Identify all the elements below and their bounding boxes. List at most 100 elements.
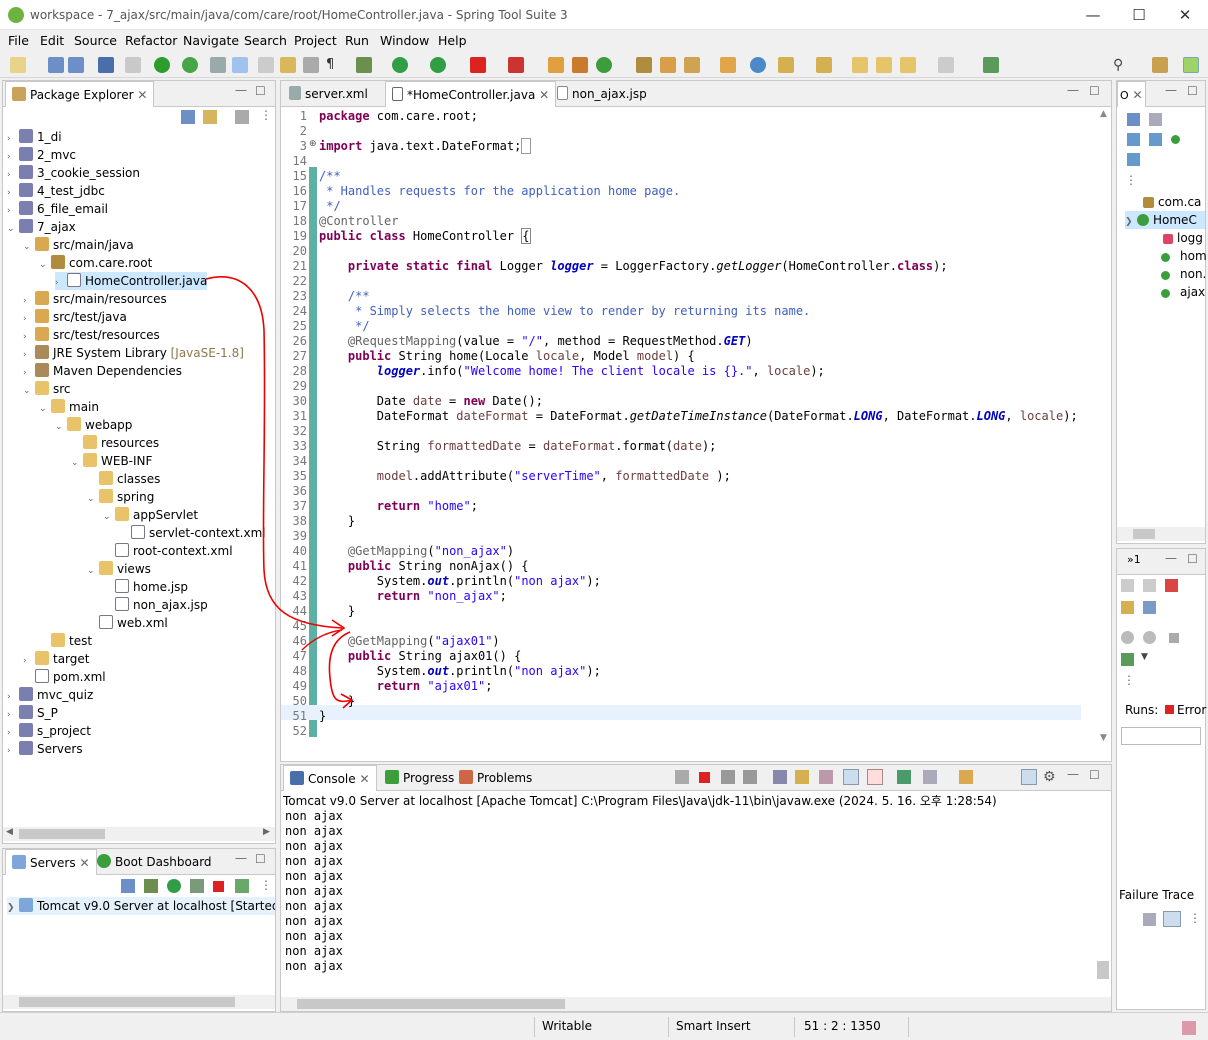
remove-all-icon[interactable] [743,770,757,784]
tree-item[interactable]: non_ajax.jsp [103,596,208,614]
minimize-view-icon[interactable]: — [235,83,247,97]
tree-item[interactable]: ⌄ WEB-INF [71,452,152,470]
close-icon[interactable]: ✕ [539,88,549,102]
tree-item[interactable]: home.jsp [103,578,188,596]
view-menu-icon[interactable]: ⋮ [1189,911,1201,925]
open-folder-icon[interactable] [720,57,736,73]
minimize-view-icon[interactable]: — [1067,83,1079,97]
tree-item[interactable]: ⌄ 7_ajax [7,218,76,236]
menu-search[interactable]: Search [244,33,287,48]
hide-fields-icon[interactable] [1127,133,1140,146]
view-menu-icon[interactable]: ⋮ [1123,673,1135,687]
collapse-arrow-icon[interactable]: ⌄ [23,382,35,400]
expand-icon[interactable]: ❯ [7,899,19,915]
debug-icon[interactable] [356,57,372,73]
menu-project[interactable]: Project [294,33,337,48]
tree-item[interactable]: root-context.xml [103,542,233,560]
tree-item[interactable]: › 3_cookie_session [7,164,140,182]
stop-server-icon[interactable] [213,881,224,892]
outline-package[interactable]: com.ca [1143,193,1201,211]
collapse-arrow-icon[interactable]: ⌄ [71,454,83,472]
compare-icon[interactable] [1143,913,1156,926]
new-icon[interactable] [10,57,26,73]
console-icon[interactable] [98,57,114,73]
maximize-view-icon[interactable]: ☐ [1187,552,1198,566]
collapse-arrow-icon[interactable]: ⌄ [87,562,99,580]
view-menu-icon[interactable]: ⋮ [260,878,272,892]
toggle-icon[interactable] [303,57,319,73]
scroll-thumb[interactable] [19,829,105,839]
menu-run[interactable]: Run [345,33,369,48]
outline-method[interactable]: ajax [1161,283,1205,301]
tab-server-xml[interactable]: server.xml [283,81,374,107]
menu-edit[interactable]: Edit [40,33,64,48]
collapse-icon[interactable] [121,879,135,893]
link-editor-icon[interactable] [203,110,217,124]
terminate-all-icon[interactable] [675,770,689,784]
outline-method[interactable]: non. [1161,265,1206,283]
close-button[interactable]: ✕ [1162,0,1208,30]
tree-item[interactable]: › S_P [7,704,58,722]
scroll-thumb[interactable] [297,999,565,1009]
collapse-arrow-icon[interactable]: ⌄ [23,238,35,256]
junit-tab-icon[interactable]: »1 [1127,553,1141,566]
view-menu-icon[interactable]: ⋮ [1125,173,1137,187]
new-package-icon[interactable] [572,57,588,73]
collapse-arrow-icon[interactable]: ⌄ [39,400,51,418]
back-icon[interactable] [900,57,916,73]
horizontal-scrollbar[interactable]: ◀ ▶ [3,827,275,841]
tree-item[interactable]: resources [71,434,159,452]
pilcrow-icon[interactable]: ¶ [326,57,342,73]
maximize-view-icon[interactable]: ☐ [255,84,266,98]
maximize-view-icon[interactable]: ☐ [1187,84,1198,98]
collapse-arrow-icon[interactable]: ⌄ [39,256,51,274]
pin-icon[interactable] [684,57,700,73]
tree-item[interactable]: ⌄ src [23,380,71,398]
maximize-view-icon[interactable]: ☐ [255,852,266,866]
filter-stack-icon[interactable] [1163,911,1181,927]
failures-only-icon[interactable] [1165,579,1178,592]
scroll-up-icon[interactable]: ▲ [1100,109,1107,119]
open-perspective-icon[interactable] [1152,57,1168,73]
show-stderr-icon[interactable] [867,769,883,785]
tree-item[interactable]: pom.xml [23,668,106,686]
maximize-view-icon[interactable]: ☐ [1089,768,1100,782]
display-console-icon[interactable] [923,770,937,784]
tree-item[interactable]: ⌄ webapp [55,416,132,434]
scroll-lock-icon[interactable] [795,770,809,784]
next-annotation-icon[interactable] [778,57,794,73]
menu-refactor[interactable]: Refactor [125,33,177,48]
minimize-view-icon[interactable]: — [235,851,247,865]
tree-item[interactable]: ⌄ appServlet [103,506,198,524]
tree-item[interactable]: test [39,632,92,650]
tab-non-ajax-jsp[interactable]: non_ajax.jsp [551,81,653,107]
tab-home-controller[interactable]: *HomeController.java ✕ [385,81,557,107]
forward-icon[interactable] [938,57,954,73]
tree-item[interactable]: › JRE System Library [JavaSE-1.8] [23,344,244,362]
scroll-right-icon[interactable]: ▶ [263,827,270,837]
tree-item[interactable]: › 1_di [7,128,62,146]
dropdown-icon[interactable]: ▼ [1141,652,1148,662]
minimize-view-icon[interactable]: — [1067,767,1079,781]
show-stdout-icon[interactable] [843,769,859,785]
tab-servers[interactable]: Servers ✕ [5,849,97,875]
open-task-icon[interactable] [636,57,652,73]
sort-icon[interactable] [1149,113,1162,126]
horizontal-scrollbar[interactable] [1117,527,1205,541]
close-icon[interactable]: ✕ [1133,88,1143,102]
block-selection-icon[interactable] [258,57,274,73]
minimize-button[interactable]: — [1070,0,1116,30]
menu-file[interactable]: File [8,33,29,48]
collapse-arrow-icon[interactable]: ⌄ [55,418,67,436]
tree-item[interactable]: ⌄ spring [87,488,154,506]
skip-breakpoints-icon[interactable] [125,57,141,73]
history-icon[interactable] [1169,633,1179,643]
scroll-thumb[interactable] [1097,961,1109,979]
tab-outline[interactable]: O ✕ [1117,81,1146,107]
hide-local-types-icon[interactable] [1127,153,1140,166]
highlight-icon[interactable] [232,57,248,73]
console-horizontal-scrollbar[interactable] [281,997,1111,1011]
maximize-view-icon[interactable]: ☐ [1089,84,1100,98]
scroll-lock-icon[interactable] [1121,601,1134,614]
run-icon[interactable] [392,57,408,73]
